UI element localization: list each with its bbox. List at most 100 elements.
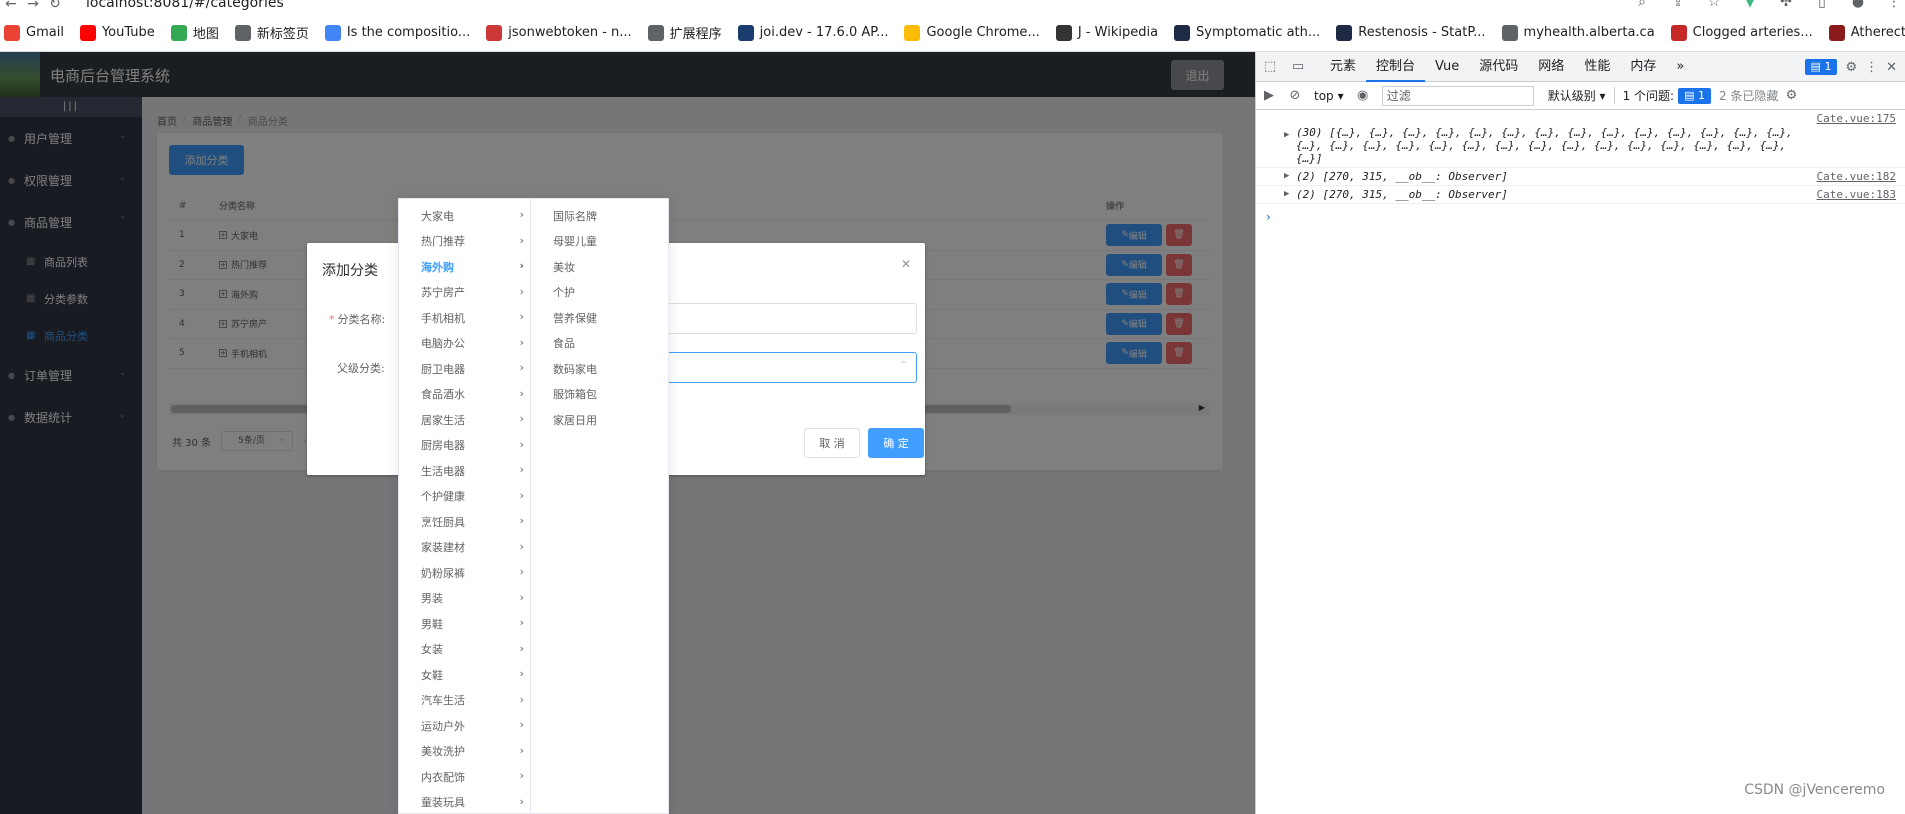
context-select[interactable]: top ▾ [1314, 89, 1344, 103]
reload-icon[interactable]: ↻ [44, 0, 66, 11]
profile-icon[interactable]: ● [1847, 0, 1869, 10]
bookmark-label: myhealth.alberta.ca [1523, 25, 1655, 40]
issues-badge[interactable]: ▤ 1 [1804, 59, 1838, 75]
bookmark-item[interactable]: Is the compositio... [324, 24, 470, 41]
cascader-option[interactable]: 家装建材 › [399, 535, 530, 561]
menu-icon[interactable]: ⋮ [1883, 0, 1905, 10]
cascader-option-label: 苏宁房产 [421, 286, 465, 300]
cascader-option[interactable]: 家居日用 [531, 407, 668, 433]
cascader-option[interactable]: 海外购 › [399, 254, 530, 280]
bookmark-item[interactable]: 地图 [170, 23, 219, 42]
more-tabs-icon[interactable]: » [1666, 52, 1694, 82]
console-log-entry[interactable]: ▶ (2) [270, 315, __ob__: Observer] Cate.vu… [1256, 186, 1905, 204]
device-toggle-icon[interactable]: ▭ [1284, 59, 1312, 74]
cascader-option[interactable]: 男鞋 › [399, 611, 530, 637]
cascader-option[interactable]: 内衣配饰 › [399, 764, 530, 790]
cascader-option[interactable]: 女装 › [399, 637, 530, 663]
devtools-tab[interactable]: 控制台 [1366, 52, 1426, 82]
address-bar[interactable]: ← → ↻ localhost:8081/#/categories ⌕ ⇪ ☆ … [0, 0, 1905, 14]
cascader-option[interactable]: 营养保健 [531, 305, 668, 331]
cascader-option-label: 手机相机 [421, 311, 465, 325]
cancel-button[interactable]: 取 消 [804, 428, 860, 458]
bookmark-item[interactable]: Clogged arteries... [1670, 24, 1813, 41]
expand-triangle-icon[interactable]: ▶ [1284, 171, 1289, 181]
back-icon[interactable]: ← [0, 0, 22, 11]
bookmark-item[interactable]: 新标签页 [234, 23, 309, 42]
devtools-tab[interactable]: 性能 [1574, 52, 1620, 82]
cascader-option[interactable]: 个护健康 › [399, 484, 530, 510]
console-log-source[interactable]: Cate.vue:175 [1817, 112, 1896, 125]
bookmark-item[interactable]: J - Wikipedia [1055, 24, 1158, 41]
bookmark-item[interactable]: 扩展程序 [647, 23, 722, 42]
bookmark-item[interactable]: jsonwebtoken - n... [486, 24, 632, 41]
console-settings-icon[interactable]: ⚙ [1778, 88, 1804, 103]
bookmark-item[interactable]: Google Chrome... [904, 24, 1040, 41]
console-prompt[interactable]: › [1266, 210, 1271, 224]
cascader-option[interactable]: 手机相机 › [399, 305, 530, 331]
console-log-source[interactable]: Cate.vue:183 [1817, 188, 1896, 201]
cascader-option[interactable]: 电脑办公 › [399, 331, 530, 357]
bookmark-item[interactable]: joi.dev - 17.6.0 AP... [737, 24, 888, 41]
bookmark-item[interactable]: YouTube [79, 24, 155, 41]
bookmark-item[interactable]: Gmail [4, 24, 64, 41]
cascader-option[interactable]: 生活电器 › [399, 458, 530, 484]
url-text[interactable]: localhost:8081/#/categories [86, 0, 284, 11]
google-icon [324, 24, 341, 41]
console-log-entry[interactable]: ▶ (2) [270, 315, __ob__: Observer] Cate.vu… [1256, 168, 1905, 186]
cascader-option[interactable]: 厨卫电器 › [399, 356, 530, 382]
cascader-option[interactable]: 国际名牌 [531, 203, 668, 229]
cascader-option[interactable]: 女鞋 › [399, 662, 530, 688]
zoom-icon[interactable]: ⌕ [1631, 0, 1653, 10]
bookmark-item[interactable]: Symptomatic ath... [1174, 24, 1320, 41]
cascader-option[interactable]: 母婴儿童 [531, 229, 668, 255]
bookmark-item[interactable]: myhealth.alberta.ca [1501, 24, 1655, 41]
star-icon[interactable]: ☆ [1703, 0, 1725, 10]
cascader-option[interactable]: 童装玩具 › [399, 790, 530, 814]
expand-triangle-icon[interactable]: ▶ [1284, 189, 1289, 199]
kebab-menu-icon[interactable]: ⋮ [1865, 60, 1878, 75]
console-filter-input[interactable]: 过滤 [1381, 85, 1534, 106]
cascader-option[interactable]: 苏宁房产 › [399, 280, 530, 306]
sidebar-toggle-icon[interactable]: ▶ [1256, 88, 1282, 103]
expand-triangle-icon[interactable]: ▶ [1284, 130, 1289, 140]
console-log-source[interactable]: Cate.vue:182 [1817, 170, 1896, 183]
issues-counter[interactable]: 1 个问题: ▤ 1 [1613, 87, 1711, 104]
cascader-option[interactable]: 食品 [531, 331, 668, 357]
cascader-option[interactable]: 运动户外 › [399, 713, 530, 739]
cascader-option[interactable]: 食品酒水 › [399, 382, 530, 408]
devtools-tab[interactable]: 源代码 [1469, 52, 1528, 82]
confirm-button[interactable]: 确 定 [868, 428, 924, 458]
cascader-option[interactable]: 美妆 [531, 254, 668, 280]
inspect-icon[interactable]: ⬚ [1256, 59, 1284, 74]
cascader-option[interactable]: 服饰箱包 [531, 382, 668, 408]
cascader-option[interactable]: 汽车生活 › [399, 688, 530, 714]
devtools-tab[interactable]: 内存 [1620, 52, 1666, 82]
clear-console-icon[interactable]: ⊘ [1282, 88, 1308, 103]
cascader-option[interactable]: 个护 [531, 280, 668, 306]
devtools-tab[interactable]: 元素 [1320, 52, 1366, 82]
devtools-tab[interactable]: 网络 [1528, 52, 1574, 82]
share-icon[interactable]: ⇪ [1667, 0, 1689, 10]
cascader-option[interactable]: 数码家电 [531, 356, 668, 382]
bookmark-item[interactable]: Restenosis - StatP... [1336, 24, 1486, 41]
cascader-option[interactable]: 热门推荐 › [399, 229, 530, 255]
cascader-option[interactable]: 美妆洗护 › [399, 739, 530, 765]
close-icon[interactable]: ✕ [901, 257, 911, 271]
forward-icon[interactable]: → [22, 0, 44, 11]
close-devtools-icon[interactable]: ✕ [1886, 60, 1897, 75]
cascader-option[interactable]: 男装 › [399, 586, 530, 612]
vue-devtools-icon[interactable]: ▼ [1739, 0, 1761, 10]
log-level-select[interactable]: 默认级别 ▾ [1548, 87, 1606, 104]
settings-gear-icon[interactable]: ⚙ [1845, 60, 1857, 75]
cascader-option[interactable]: 烹饪厨具 › [399, 509, 530, 535]
cascader-option[interactable]: 厨房电器 › [399, 433, 530, 459]
console-log-entry[interactable]: ▶ (30) [{…}, {…}, {…}, {…}, {…}, {…}, {…}… [1256, 110, 1905, 168]
cascader-option[interactable]: 奶粉尿裤 › [399, 560, 530, 586]
bookmark-item[interactable]: Atherectomy | Sta... [1828, 24, 1905, 41]
sidepanel-icon[interactable]: ▯ [1811, 0, 1833, 10]
eye-icon[interactable]: ◉ [1350, 88, 1376, 103]
devtools-tab[interactable]: Vue [1425, 52, 1469, 82]
cascader-option[interactable]: 居家生活 › [399, 407, 530, 433]
cascader-option[interactable]: 大家电 › [399, 203, 530, 229]
extensions-icon[interactable]: ✣ [1775, 0, 1797, 10]
